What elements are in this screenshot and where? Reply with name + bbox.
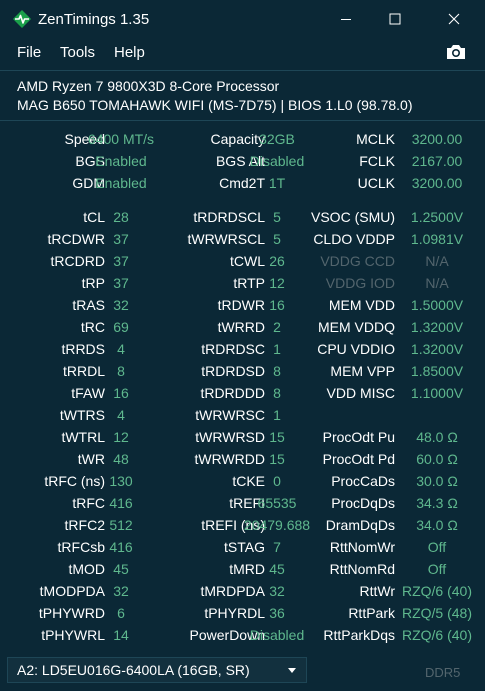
- timing-row: tWTRL 12 tWRWRSD 15 ProcOdt Pu 48.0 Ω: [0, 429, 485, 451]
- timing-row: GDM Enabled Cmd2T 1T UCLK 3200.00: [0, 175, 485, 197]
- timing-row: tCL 28 tRDRDSCL 5 VSOC (SMU) 1.2500V: [0, 209, 485, 231]
- timing-row: tRFCsb 416 tSTAG 7 RttNomWr Off: [0, 539, 485, 561]
- timing-value: 1.8500V: [410, 363, 464, 379]
- timing-label: FCLK: [359, 153, 395, 169]
- close-button[interactable]: [431, 0, 477, 38]
- timing-label: RttWr: [359, 583, 395, 599]
- memory-type-label: DDR5: [425, 665, 461, 680]
- timing-value: RZQ/6 (40): [401, 583, 472, 599]
- timing-row: tRRDL 8 tRDRDSD 8 MEM VPP 1.8500V: [0, 363, 485, 385]
- timing-label: MCLK: [356, 131, 395, 147]
- minimize-button[interactable]: [323, 0, 369, 38]
- timing-row: tRC 69 tWRRD 2 MEM VDDQ 1.3200V: [0, 319, 485, 341]
- dimm-select-value: A2: LD5EU016G-6400LA (16GB, SR): [17, 662, 250, 678]
- close-icon: [448, 13, 460, 25]
- dimm-select[interactable]: A2: LD5EU016G-6400LA (16GB, SR): [7, 657, 307, 683]
- timing-value: 1.2500V: [410, 209, 464, 225]
- timing-value: Off: [427, 539, 447, 555]
- timing-row: tWR 48 tWRWRDD 15 ProcOdt Pd 60.0 Ω: [0, 451, 485, 473]
- timing-value: 1.5000V: [410, 297, 464, 313]
- timing-row: tWTRS 4 tWRWRSC 1: [0, 407, 485, 429]
- timing-label: UCLK: [357, 175, 395, 191]
- timing-value: 3200.00: [411, 131, 463, 147]
- menu-bar: File Tools Help: [0, 38, 485, 68]
- chevron-down-icon: [288, 668, 296, 673]
- timing-value: RZQ/6 (40): [401, 627, 472, 643]
- timing-row: tRFC2 512 tREFI (ns) 20479.688 DramDqDs 34.0 …: [0, 517, 485, 539]
- timing-label: CPU VDDIO: [317, 341, 395, 357]
- motherboard-bios: MAG B650 TOMAHAWK WIFI (MS-7D75) | BIOS …: [17, 97, 413, 113]
- timing-value: 1.3200V: [410, 319, 464, 335]
- menu-tools[interactable]: Tools: [60, 44, 95, 61]
- timing-value: Off: [427, 561, 447, 577]
- timing-label: RttNomRd: [329, 561, 395, 577]
- timing-row: tRAS 32 tRDWR 16 MEM VDD 1.5000V: [0, 297, 485, 319]
- timing-value: 60.0 Ω: [416, 451, 458, 467]
- timing-value: 30.0 Ω: [416, 473, 458, 489]
- timing-value: RZQ/5 (48): [401, 605, 472, 621]
- timing-label: MEM VDDQ: [318, 319, 395, 335]
- window-title: ZenTimings 1.35: [38, 11, 150, 28]
- menu-file[interactable]: File: [17, 44, 41, 61]
- timing-row: tRCDRD 37 tCWL 26 VDDG CCD N/A: [0, 253, 485, 275]
- timing-row: Speed 6400 MT/s Capacity 32GB MCLK 3200.00: [0, 131, 485, 153]
- timing-label: VDDG IOD: [325, 275, 395, 291]
- timing-value: 1: [273, 407, 281, 423]
- title-bar[interactable]: ZenTimings 1.35: [0, 0, 485, 38]
- status-bar: A2: LD5EU016G-6400LA (16GB, SR) DDR5: [0, 647, 485, 691]
- timing-label: RttParkDqs: [323, 627, 395, 643]
- timing-label: ProcOdt Pu: [322, 429, 395, 445]
- timing-value: N/A: [425, 275, 449, 291]
- timing-row: tMODPDA 32 tMRDPDA 32 RttWr RZQ/6 (40): [0, 583, 485, 605]
- timing-label: ProcCaDs: [331, 473, 395, 489]
- timing-row: tRP 37 tRTP 12 VDDG IOD N/A: [0, 275, 485, 297]
- timing-label: RttPark: [348, 605, 395, 621]
- divider: [0, 70, 485, 71]
- minimize-icon: [341, 19, 351, 20]
- timing-value: 1.0981V: [410, 231, 464, 247]
- timing-row: tRCDWR 37 tWRWRSCL 5 CLDO VDDP 1.0981V: [0, 231, 485, 253]
- timing-label: VDD MISC: [326, 385, 395, 401]
- cpu-name: AMD Ryzen 7 9800X3D 8-Core Processor: [17, 78, 280, 94]
- timing-label: RttNomWr: [329, 539, 395, 555]
- timing-row: tFAW 16 tRDRDDD 8 VDD MISC 1.1000V: [0, 385, 485, 407]
- timing-label: MEM VDD: [328, 297, 395, 313]
- timing-label: ProcDqDs: [331, 495, 395, 511]
- heartbeat-icon: [13, 10, 31, 28]
- timing-label: VDDG CCD: [320, 253, 395, 269]
- timing-label: MEM VPP: [330, 363, 395, 379]
- timing-label: ProcOdt Pd: [322, 451, 395, 467]
- timing-value: 3200.00: [411, 175, 463, 191]
- maximize-button[interactable]: [372, 0, 418, 38]
- timing-value: 48.0 Ω: [416, 429, 458, 445]
- timing-value: 1.1000V: [410, 385, 464, 401]
- timing-value: 2167.00: [411, 153, 463, 169]
- timing-label: CLDO VDDP: [313, 231, 395, 247]
- timing-row: tRFC 416 tREFI 65535 ProcDqDs 34.3 Ω: [0, 495, 485, 517]
- timing-row: tPHYWRL 14 PowerDown Disabled RttParkDqs RZQ/…: [0, 627, 485, 649]
- timing-label: DramDqDs: [325, 517, 395, 533]
- menu-help[interactable]: Help: [114, 44, 145, 61]
- divider: [0, 120, 485, 121]
- timing-value: N/A: [425, 253, 449, 269]
- timing-row: tRRDS 4 tRDRDSC 1 CPU VDDIO 1.3200V: [0, 341, 485, 363]
- timing-row: tRFC (ns) 130 tCKE 0 ProcCaDs 30.0 Ω: [0, 473, 485, 495]
- camera-icon[interactable]: [445, 42, 467, 62]
- timing-value: 1.3200V: [410, 341, 464, 357]
- timing-value: 34.3 Ω: [416, 495, 458, 511]
- maximize-icon: [389, 13, 401, 25]
- timing-label: VSOC (SMU): [311, 209, 395, 225]
- timing-row: BGS Enabled BGS Alt Disabled FCLK 2167.00: [0, 153, 485, 175]
- timing-value: 34.0 Ω: [416, 517, 458, 533]
- timing-row: tPHYWRD 6 tPHYRDL 36 RttPark RZQ/5 (48): [0, 605, 485, 627]
- timing-row: tMOD 45 tMRD 45 RttNomRd Off: [0, 561, 485, 583]
